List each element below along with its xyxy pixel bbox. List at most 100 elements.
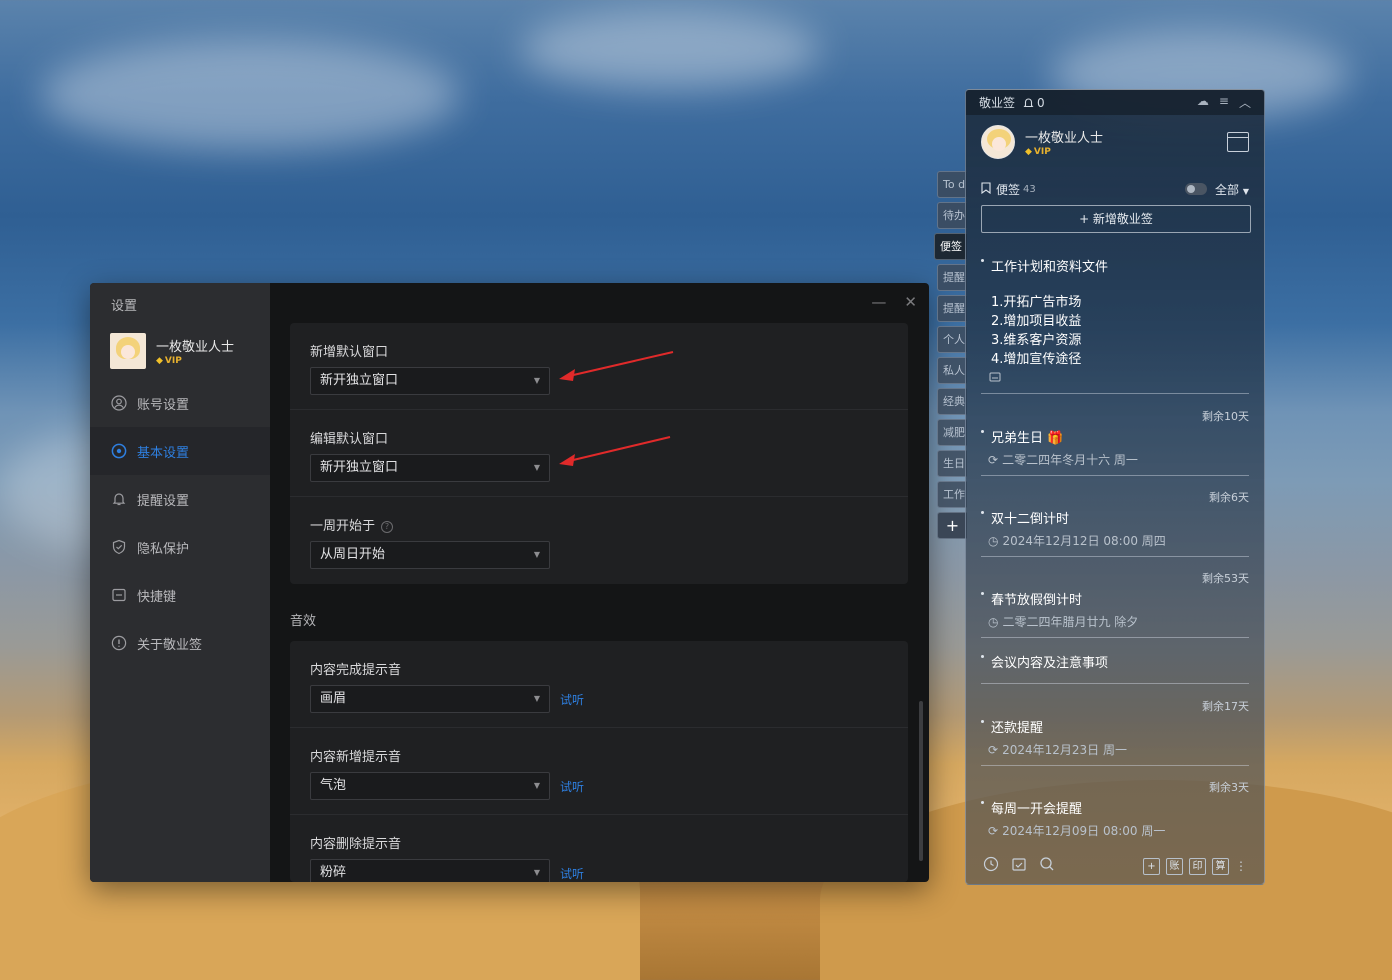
tab-classic[interactable]: 经典	[937, 388, 967, 415]
tab-birthday[interactable]: 生日	[937, 450, 967, 477]
scrollbar[interactable]	[919, 701, 923, 861]
keyboard-icon	[111, 587, 127, 603]
titlebar-controls: ☁ ≡ ︿	[1197, 94, 1251, 111]
setting-row-week-start: 一周开始于? 从周日开始 ▼	[290, 497, 908, 584]
print-button[interactable]: 印	[1189, 857, 1206, 875]
menu-item-about[interactable]: 关于敬业签	[90, 619, 270, 667]
note-meta: ◷ 2024年12月12日 08:00 周四	[988, 533, 1166, 549]
calculator-button[interactable]: 算	[1212, 857, 1229, 875]
delete-sound-select[interactable]: 粉碎 ▼	[310, 859, 550, 882]
tab-todo[interactable]: To d	[937, 171, 967, 198]
note-title: 会议内容及注意事项	[991, 656, 1109, 671]
cloud-icon[interactable]: ☁	[1197, 94, 1209, 111]
note-item[interactable]: 剩余53天 春节放假倒计时 ◷ 二零二四年腊月廿九 除夕	[981, 570, 1249, 638]
repeat-icon: ⟳	[988, 452, 999, 467]
more-icon[interactable]: ⋮	[1235, 859, 1247, 873]
collapse-icon[interactable]: ︿	[1239, 94, 1251, 111]
notes-filter-bar: 便签 43 全部 ▼	[981, 180, 1249, 198]
tab-work[interactable]: 工作	[937, 481, 967, 508]
gift-icon: 🎁	[1047, 431, 1064, 446]
settings-sidebar: 设置 一枚敬业人士 ◆ VIP 账号设置 基本设置 提醒设置 隐私保护 快捷键 …	[90, 283, 270, 882]
account-button[interactable]: 账	[1166, 857, 1183, 875]
scope-dropdown[interactable]: 全部 ▼	[1215, 181, 1249, 198]
note-count: 43	[1023, 183, 1036, 195]
remaining-days: 剩余10天	[1202, 410, 1249, 423]
tab-personal[interactable]: 个人	[937, 326, 967, 353]
note-title: 还款提醒	[991, 721, 1044, 736]
tab-diet[interactable]: 减肥	[937, 419, 967, 446]
note-item[interactable]: 剩余17天 还款提醒 ⟳ 2024年12月23日 周一	[981, 698, 1249, 766]
note-item[interactable]: 会议内容及注意事项	[981, 652, 1249, 684]
menu-item-basic[interactable]: 基本设置	[90, 427, 270, 475]
user-name: 一枚敬业人士	[156, 340, 235, 355]
row-label: 编辑默认窗口	[310, 432, 389, 447]
note-item[interactable]: 工作计划和资料文件 1.开拓广告市场 2.增加项目收益 3.维系客户资源 4.增…	[981, 256, 1249, 394]
annotation-arrow	[559, 436, 671, 466]
tab-pending[interactable]: 待办	[937, 202, 967, 229]
avatar[interactable]	[110, 333, 146, 369]
row-label: 一周开始于?	[310, 515, 394, 534]
remaining-days: 剩余6天	[1209, 491, 1249, 504]
complete-sound-select[interactable]: 画眉 ▼	[310, 685, 550, 713]
clock-icon[interactable]	[983, 856, 999, 876]
note-meta: ⟳ 2024年12月23日 周一	[988, 742, 1127, 758]
remaining-days: 剩余3天	[1209, 781, 1249, 794]
window-controls: — ✕	[871, 293, 917, 311]
sound-section-title: 音效	[290, 614, 317, 629]
note-title: 双十二倒计时	[991, 512, 1070, 527]
note-body: 1.开拓广告市场 2.增加项目收益 3.维系客户资源 4.增加宣传途径	[991, 295, 1082, 367]
close-button[interactable]: ✕	[904, 293, 917, 311]
info-icon	[111, 635, 127, 651]
add-button[interactable]: +	[1143, 857, 1160, 875]
app-name: 敬业签	[979, 96, 1016, 110]
row-label: 内容完成提示音	[310, 663, 402, 678]
clock-icon: ◷	[988, 533, 999, 548]
new-window-select[interactable]: 新开独立窗口 ▼	[310, 367, 550, 395]
chevron-down-icon: ▼	[533, 376, 540, 385]
chevron-down-icon: ▼	[533, 868, 540, 877]
calendar-icon[interactable]	[1227, 132, 1249, 152]
preview-sound-link[interactable]: 试听	[560, 778, 584, 795]
repeat-icon: ⟳	[988, 742, 999, 757]
preview-sound-link[interactable]: 试听	[560, 691, 584, 708]
settings-title: 设置	[111, 299, 138, 314]
clock-icon: ◷	[988, 614, 999, 629]
add-note-button[interactable]: + 新增敬业签	[981, 205, 1251, 233]
setting-row-complete-sound: 内容完成提示音 画眉 ▼ 试听	[290, 641, 908, 728]
note-meta: ⟳ 二零二四年冬月十六 周一	[988, 452, 1138, 468]
search-icon[interactable]	[1039, 856, 1055, 876]
menu-item-reminder[interactable]: 提醒设置	[90, 475, 270, 523]
menu-item-privacy[interactable]: 隐私保护	[90, 523, 270, 571]
tab-reminder-1[interactable]: 提醒	[937, 264, 967, 291]
help-icon[interactable]: ?	[381, 520, 394, 533]
week-start-select[interactable]: 从周日开始 ▼	[310, 541, 550, 569]
notification-count[interactable]: 0	[1023, 96, 1045, 110]
diamond-icon: ◆	[156, 356, 163, 366]
view-toggle[interactable]	[1185, 183, 1207, 195]
tab-reminder-2[interactable]: 提醒	[937, 295, 967, 322]
settings-window: 设置 一枚敬业人士 ◆ VIP 账号设置 基本设置 提醒设置 隐私保护 快捷键 …	[90, 283, 929, 882]
menu-icon[interactable]: ≡	[1219, 94, 1229, 111]
preview-sound-link[interactable]: 试听	[560, 865, 584, 882]
menu-item-shortcut[interactable]: 快捷键	[90, 571, 270, 619]
tab-private[interactable]: 私人	[937, 357, 967, 384]
todo-icon[interactable]	[1011, 856, 1027, 876]
add-tab-button[interactable]: +	[937, 512, 967, 539]
note-item[interactable]: 剩余3天 每周一开会提醒 ⟳ 2024年12月09日 08:00 周一	[981, 779, 1249, 838]
note-item[interactable]: 剩余10天 兄弟生日 🎁 ⟳ 二零二四年冬月十六 周一	[981, 408, 1249, 476]
attachment-icon[interactable]	[981, 371, 1249, 387]
tab-notes[interactable]: 便签	[934, 233, 967, 260]
settings-user: 一枚敬业人士 ◆ VIP	[110, 333, 234, 369]
chevron-down-icon: ▼	[533, 694, 540, 703]
minimize-button[interactable]: —	[871, 293, 886, 311]
avatar[interactable]	[981, 125, 1015, 159]
settings-icon	[111, 443, 127, 459]
chevron-down-icon: ▼	[533, 781, 540, 790]
note-item[interactable]: 剩余6天 双十二倒计时 ◷ 2024年12月12日 08:00 周四	[981, 489, 1249, 557]
annotation-arrow	[559, 351, 674, 381]
menu-item-account[interactable]: 账号设置	[90, 379, 270, 427]
note-title: 工作计划和资料文件	[991, 260, 1109, 275]
edit-window-select[interactable]: 新开独立窗口 ▼	[310, 454, 550, 482]
user-icon	[111, 395, 127, 411]
add-sound-select[interactable]: 气泡 ▼	[310, 772, 550, 800]
